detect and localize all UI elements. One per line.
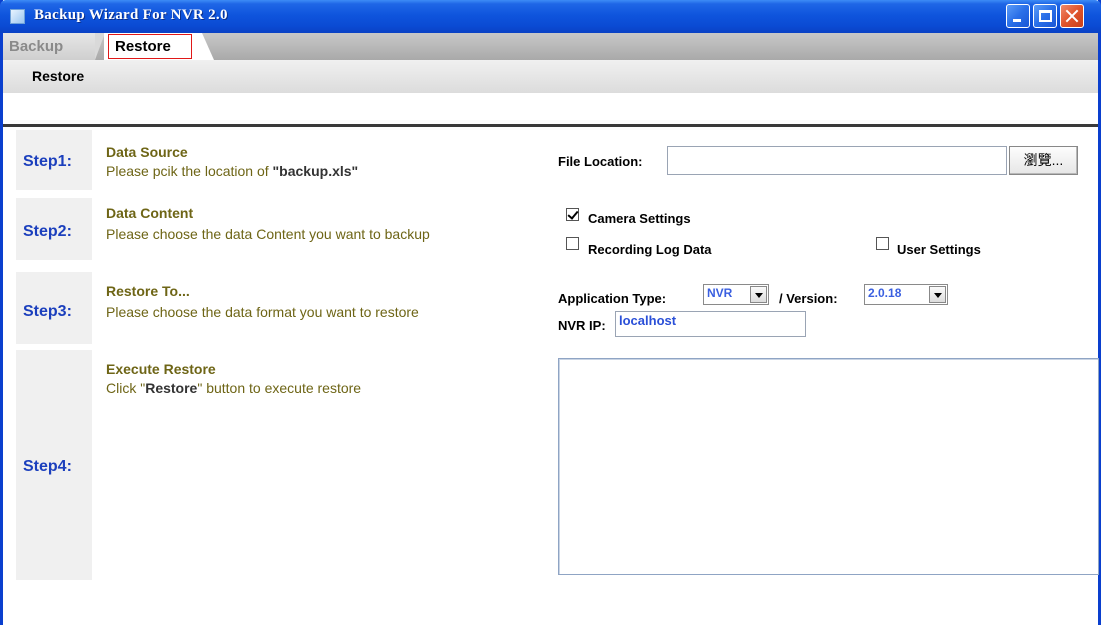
tab-backup[interactable]: Backup bbox=[3, 33, 105, 60]
step1-title: Data Source bbox=[106, 144, 188, 160]
minimize-icon bbox=[1013, 19, 1021, 22]
window-title: Backup Wizard For NVR 2.0 bbox=[34, 7, 228, 23]
recording-log-checkbox[interactable] bbox=[566, 237, 579, 250]
tab-restore[interactable]: Restore bbox=[104, 33, 214, 60]
user-settings-label: User Settings bbox=[897, 242, 981, 257]
restore-log-textarea[interactable] bbox=[558, 358, 1099, 575]
step1-desc: Please pcik the location of "backup.xls" bbox=[106, 163, 358, 179]
step4-box: Step4: bbox=[16, 350, 92, 580]
step3-box: Step3: bbox=[16, 272, 92, 344]
section-header: Restore bbox=[3, 60, 1098, 93]
app-icon bbox=[10, 9, 25, 24]
step2-desc: Please choose the data Content you want … bbox=[106, 226, 430, 242]
step4-desc-suffix: " button to execute restore bbox=[197, 380, 362, 396]
step3-label: Step3: bbox=[23, 303, 72, 320]
step1-desc-bold: "backup.xls" bbox=[272, 163, 359, 179]
step2-label: Step2: bbox=[23, 223, 72, 240]
step4-desc-text: Click " bbox=[106, 380, 146, 396]
step1-label: Step1: bbox=[23, 153, 72, 170]
section-title: Restore bbox=[32, 68, 85, 84]
camera-settings-label: Camera Settings bbox=[588, 211, 691, 226]
step4-desc: Click "Restore" button to execute restor… bbox=[106, 380, 361, 396]
app-type-select[interactable]: NVR bbox=[703, 284, 769, 305]
step4-title: Execute Restore bbox=[106, 361, 216, 377]
maximize-button[interactable] bbox=[1033, 4, 1057, 28]
chevron-down-icon[interactable] bbox=[929, 286, 946, 303]
step3-desc: Please choose the data format you want t… bbox=[106, 304, 419, 320]
version-select[interactable]: 2.0.18 bbox=[864, 284, 948, 305]
maximize-icon bbox=[1039, 10, 1052, 22]
app-type-label: Application Type: bbox=[558, 291, 667, 306]
step1-box: Step1: bbox=[16, 130, 92, 190]
step2-title: Data Content bbox=[106, 205, 194, 221]
close-button[interactable] bbox=[1060, 4, 1084, 28]
chevron-down-icon[interactable] bbox=[750, 286, 767, 303]
minimize-button[interactable] bbox=[1006, 4, 1030, 28]
title-bar[interactable]: Backup Wizard For NVR 2.0 bbox=[0, 0, 1101, 33]
close-icon bbox=[1061, 5, 1083, 27]
step3-title: Restore To... bbox=[106, 283, 190, 299]
version-label: / Version: bbox=[779, 291, 838, 306]
app-window: Backup Wizard For NVR 2.0 Backup Restore… bbox=[0, 0, 1101, 625]
app-type-value: NVR bbox=[707, 286, 733, 300]
version-value: 2.0.18 bbox=[868, 286, 902, 300]
tab-restore-label: Restore bbox=[115, 38, 171, 55]
file-location-label: File Location: bbox=[558, 154, 643, 169]
nvr-ip-input[interactable]: localhost bbox=[615, 311, 806, 337]
browse-button[interactable]: 瀏覽... bbox=[1009, 146, 1078, 175]
nvr-ip-label: NVR IP: bbox=[558, 318, 606, 333]
file-location-input[interactable] bbox=[667, 146, 1007, 175]
step4-desc-bold: Restore bbox=[145, 380, 198, 396]
step1-desc-text: Please pcik the location of bbox=[106, 163, 273, 179]
tab-strip: Backup Restore bbox=[3, 33, 1098, 60]
step4-label: Step4: bbox=[23, 458, 72, 475]
camera-settings-checkbox[interactable] bbox=[566, 208, 579, 221]
section-divider bbox=[3, 124, 1098, 127]
user-settings-checkbox[interactable] bbox=[876, 237, 889, 250]
step2-box: Step2: bbox=[16, 198, 92, 260]
recording-log-label: Recording Log Data bbox=[588, 242, 712, 257]
